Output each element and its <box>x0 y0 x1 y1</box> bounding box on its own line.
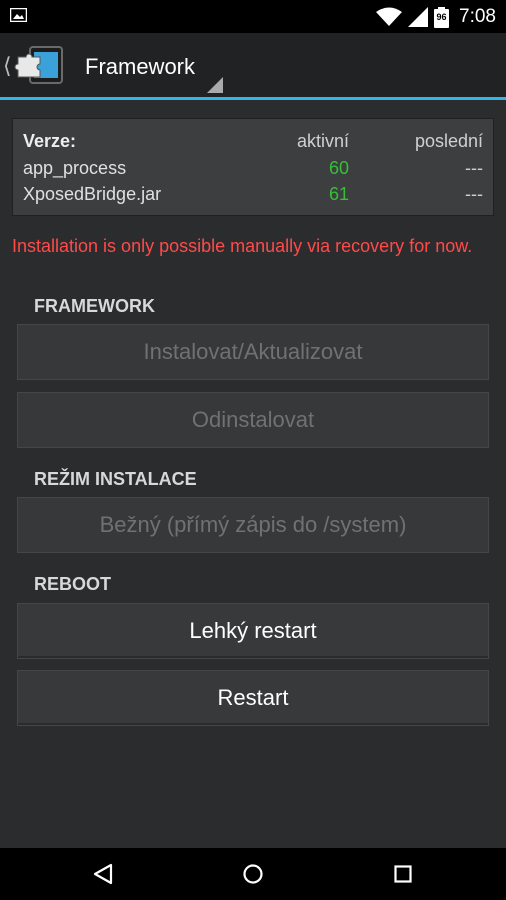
latest-column-header: poslední <box>414 131 483 151</box>
component-name: XposedBridge.jar <box>23 184 162 204</box>
installation-warning: Installation is only possible manually v… <box>12 236 473 256</box>
action-bar: ⟨ Framework <box>0 33 506 100</box>
battery-level: 96 <box>436 11 447 22</box>
reboot-button[interactable]: Restart <box>17 670 489 726</box>
up-navigation-button[interactable]: ⟨ <box>0 33 70 97</box>
install-mode-select[interactable]: Bežný (přímý zápis do /system) <box>17 497 489 553</box>
clock: 7:08 <box>459 6 496 27</box>
framework-section-header: FRAMEWORK <box>34 296 155 316</box>
version-header-row: Verze: aktivní poslední <box>13 131 493 157</box>
version-row: app_process 60 --- <box>13 158 493 184</box>
status-bar: 96 7:08 <box>0 0 506 33</box>
action-bar-divider <box>0 97 506 100</box>
component-name: app_process <box>23 158 127 178</box>
latest-version: --- <box>465 184 483 204</box>
back-icon[interactable] <box>89 860 117 888</box>
wifi-icon <box>376 7 403 26</box>
chevron-left-icon: ⟨ <box>3 53 12 78</box>
xposed-puzzle-icon <box>14 46 63 84</box>
signal-icon <box>408 7 429 27</box>
recents-icon[interactable] <box>389 860 417 888</box>
version-label: Verze: <box>23 131 77 151</box>
page-title-spinner[interactable]: Framework <box>80 33 230 97</box>
reboot-section-header: REBOOT <box>34 574 112 594</box>
version-row: XposedBridge.jar 61 --- <box>13 184 493 210</box>
image-notification-icon <box>10 8 27 22</box>
latest-version: --- <box>465 158 483 178</box>
battery-icon: 96 <box>434 6 450 28</box>
page-title: Framework <box>85 54 196 79</box>
soft-reboot-button[interactable]: Lehký restart <box>17 603 489 659</box>
active-version: 61 <box>328 184 349 204</box>
active-version: 60 <box>328 158 349 178</box>
version-status-card: Verze: aktivní poslední app_process 60 -… <box>12 118 494 216</box>
install-mode-section-header: REŽIM INSTALACE <box>34 469 197 489</box>
active-column-header: aktivní <box>296 131 349 151</box>
home-icon[interactable] <box>239 860 267 888</box>
spinner-arrow-icon <box>207 77 223 93</box>
uninstall-button[interactable]: Odinstalovat <box>17 392 489 448</box>
install-update-button[interactable]: Instalovat/Aktualizovat <box>17 324 489 380</box>
navigation-bar <box>0 848 506 900</box>
